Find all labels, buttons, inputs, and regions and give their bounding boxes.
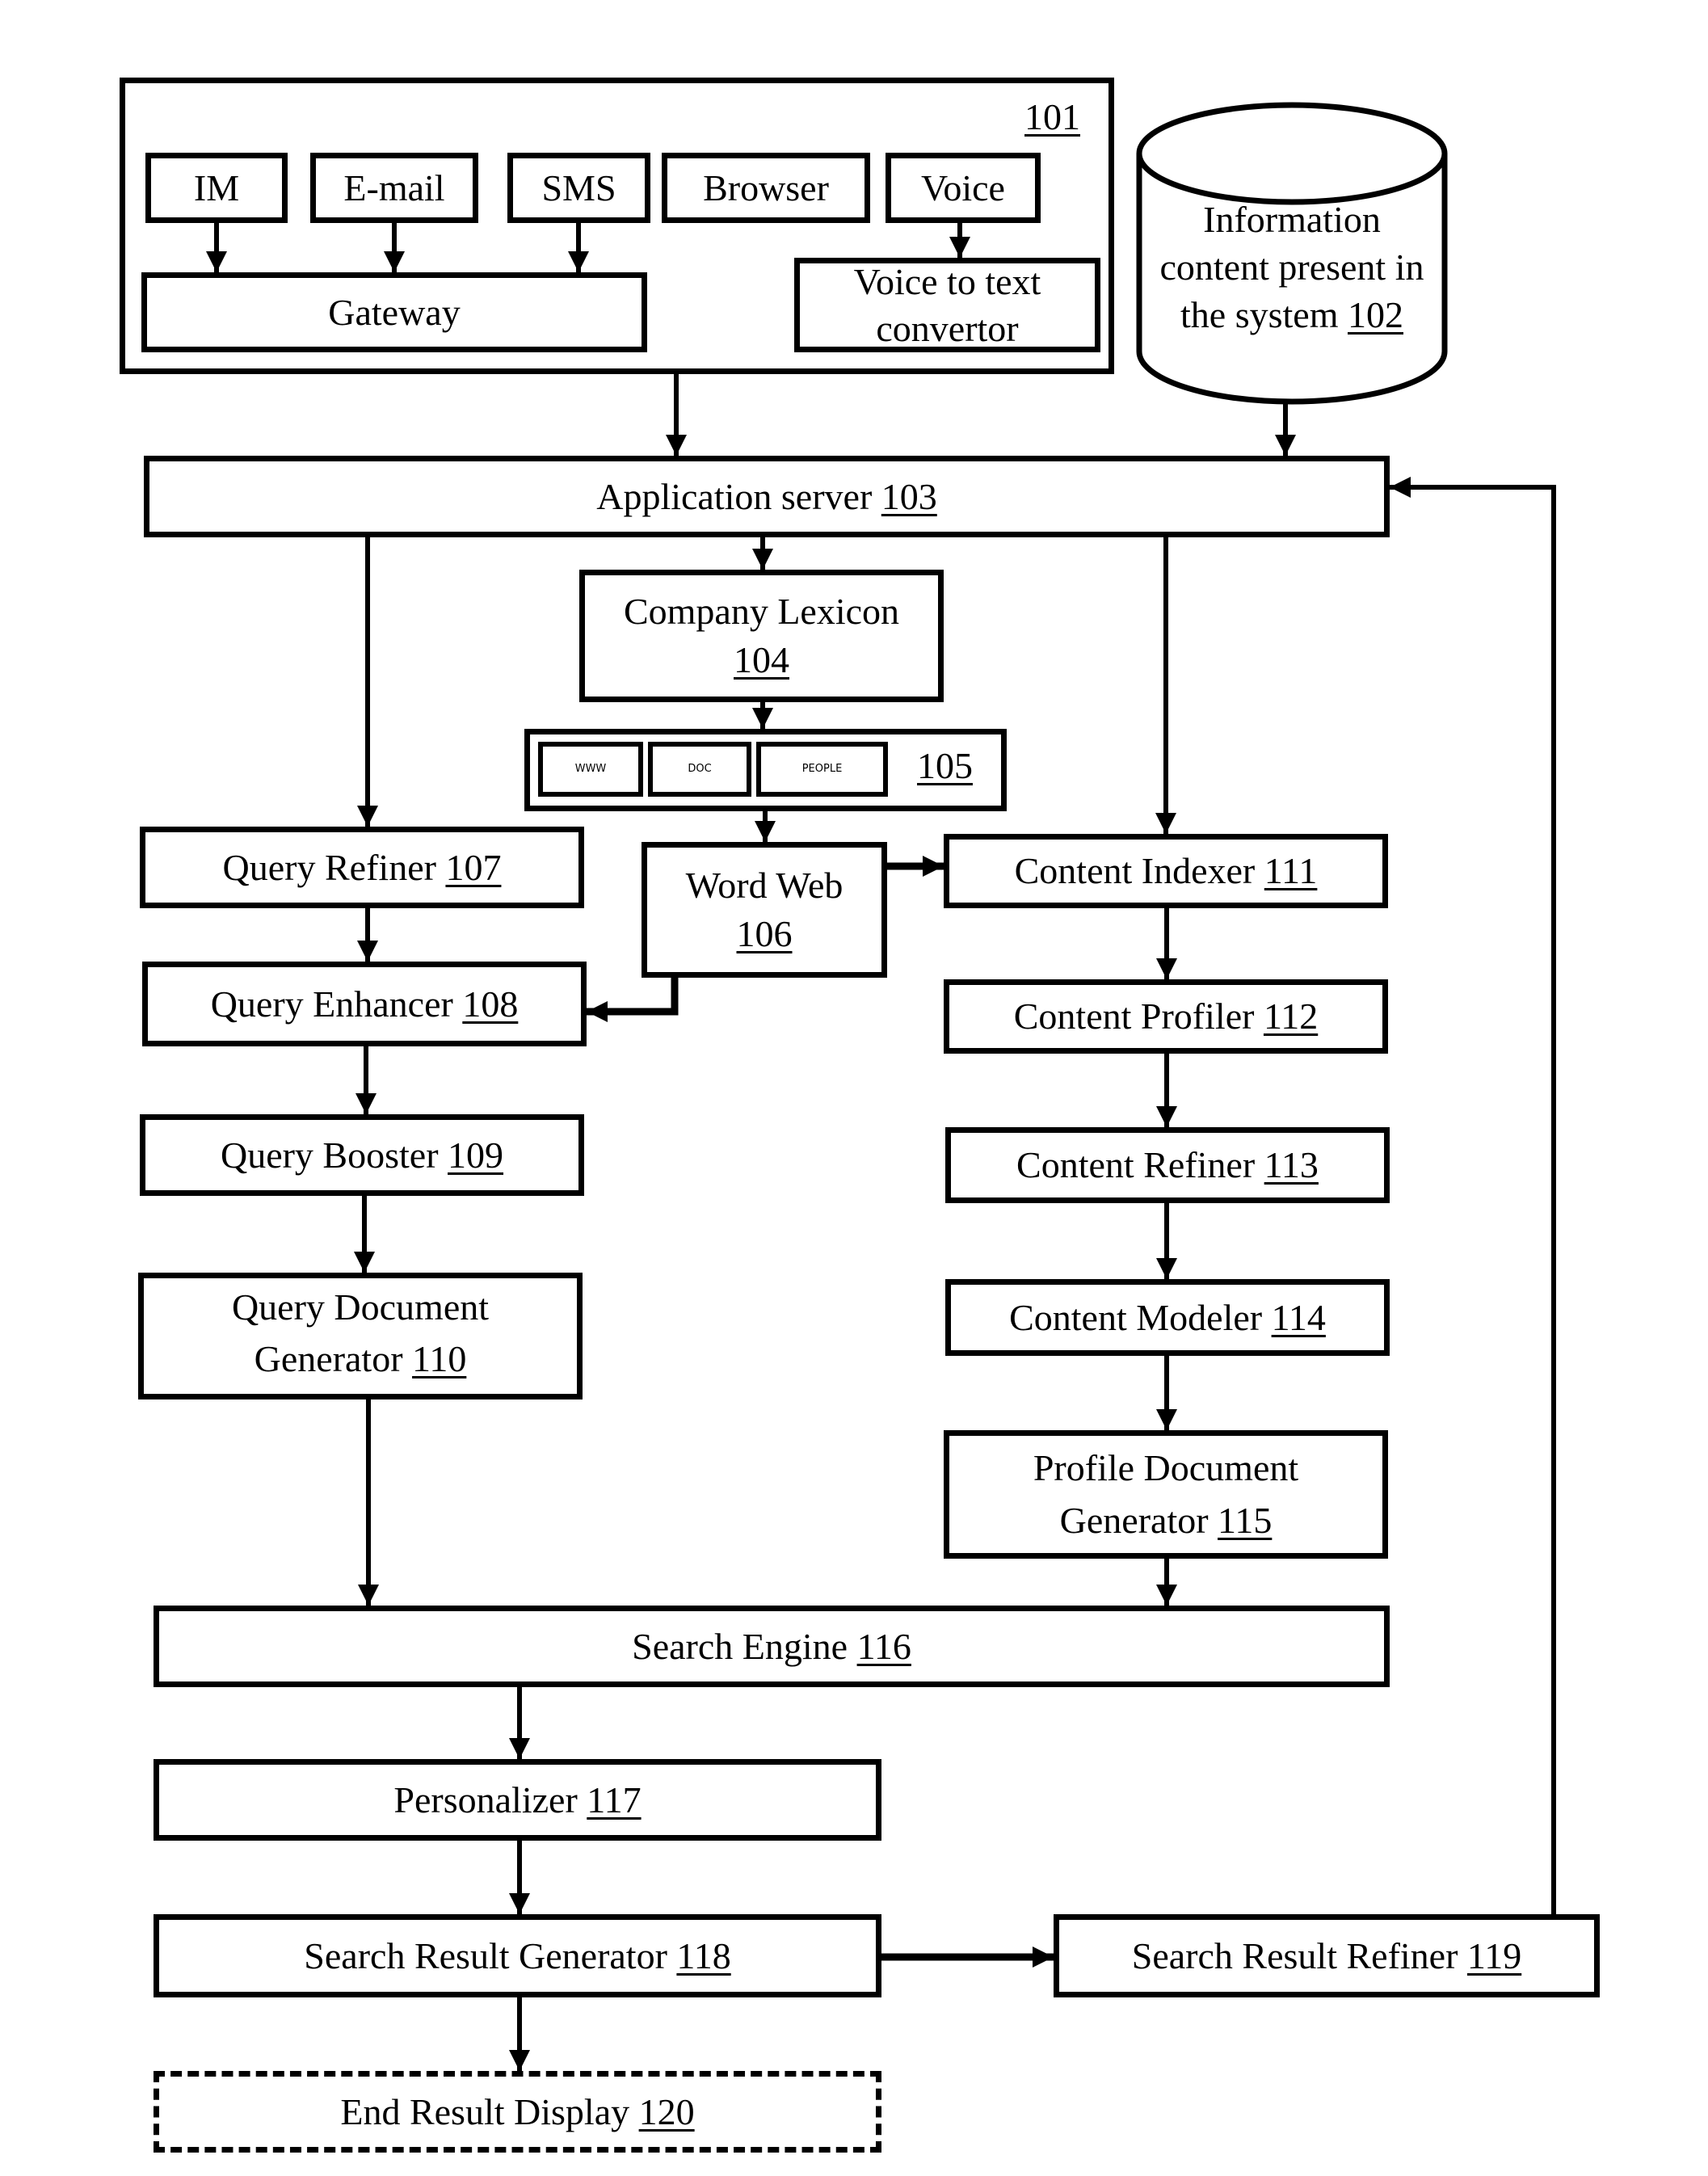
- channel-browser[interactable]: Browser: [662, 153, 870, 223]
- content-refiner-text: Content Refiner: [1016, 1144, 1264, 1186]
- query-doc-gen-ref: 110: [412, 1338, 467, 1380]
- content-refiner-ref: 113: [1264, 1144, 1319, 1186]
- source-people-label: PEOPLE: [801, 762, 843, 775]
- query-enhancer-text: Query Enhancer: [210, 983, 463, 1025]
- source-www[interactable]: WWW: [538, 742, 643, 797]
- source-doc-label: DOC: [688, 762, 712, 775]
- query-refiner-text: Query Refiner: [222, 846, 446, 888]
- content-modeler-114[interactable]: Content Modeler 114: [945, 1279, 1390, 1356]
- query-document-generator-110[interactable]: Query Document Generator 110: [138, 1273, 583, 1399]
- database-102-label: Information content present in the syste…: [1139, 196, 1445, 339]
- source-www-label: WWW: [574, 762, 607, 775]
- arrow-srrefiner-appserver: [1390, 477, 1556, 1914]
- content-indexer-111[interactable]: Content Indexer 111: [944, 834, 1388, 908]
- gateway[interactable]: Gateway: [141, 272, 647, 352]
- lexicon-sources-ref: 105: [917, 745, 973, 786]
- word-web-106[interactable]: Word Web 106: [642, 842, 887, 978]
- search-result-gen-text: Search Result Generator: [304, 1934, 677, 1976]
- source-doc[interactable]: DOC: [648, 742, 751, 797]
- channel-im[interactable]: IM: [145, 153, 288, 223]
- content-refiner-113[interactable]: Content Refiner 113: [945, 1127, 1390, 1203]
- end-result-display-text: End Result Display: [340, 2090, 639, 2132]
- search-result-generator-118[interactable]: Search Result Generator 118: [154, 1914, 881, 1997]
- channel-voice[interactable]: Voice: [886, 153, 1041, 223]
- channel-sms[interactable]: SMS: [507, 153, 650, 223]
- search-engine-ref: 116: [856, 1625, 911, 1667]
- voice-to-text-label: Voice to text convertor: [853, 261, 1041, 349]
- profile-document-generator-115[interactable]: Profile Document Generator 115: [944, 1430, 1388, 1559]
- company-lexicon-104[interactable]: Company Lexicon 104: [579, 570, 944, 702]
- app-server-ref: 103: [881, 475, 937, 517]
- query-booster-109[interactable]: Query Booster 109: [140, 1114, 584, 1196]
- channel-browser-label: Browser: [703, 166, 829, 208]
- content-profiler-text: Content Profiler: [1013, 995, 1264, 1037]
- channel-email-label: E-mail: [343, 166, 445, 208]
- database-102-ref: 102: [1347, 293, 1403, 335]
- profile-doc-gen-ref: 115: [1218, 1499, 1273, 1541]
- search-engine-text: Search Engine: [632, 1625, 857, 1667]
- voice-to-text-convertor[interactable]: Voice to text convertor: [794, 258, 1100, 352]
- content-modeler-ref: 114: [1271, 1296, 1326, 1338]
- content-indexer-text: Content Indexer: [1014, 850, 1264, 892]
- query-booster-ref: 109: [448, 1134, 504, 1176]
- end-result-display-120[interactable]: End Result Display 120: [154, 2071, 881, 2153]
- channel-email[interactable]: E-mail: [310, 153, 478, 223]
- search-result-refiner-ref: 119: [1466, 1934, 1522, 1976]
- search-result-refiner-text: Search Result Refiner: [1131, 1934, 1467, 1976]
- application-server-103[interactable]: Application server 103: [144, 456, 1390, 537]
- query-refiner-ref: 107: [445, 846, 502, 888]
- personalizer-117[interactable]: Personalizer 117: [154, 1759, 881, 1841]
- query-enhancer-108[interactable]: Query Enhancer 108: [142, 962, 587, 1046]
- word-web-text: Word Web: [685, 865, 843, 907]
- gateway-label: Gateway: [328, 291, 461, 333]
- channel-sms-label: SMS: [541, 166, 616, 208]
- content-profiler-ref: 112: [1263, 995, 1319, 1037]
- cylinder-top: [1136, 102, 1448, 205]
- arrow-wordweb-qenhancer: [587, 978, 679, 1022]
- end-result-display-ref: 120: [638, 2090, 695, 2132]
- query-refiner-107[interactable]: Query Refiner 107: [140, 827, 584, 908]
- content-profiler-112[interactable]: Content Profiler 112: [944, 979, 1388, 1054]
- content-modeler-text: Content Modeler: [1009, 1296, 1272, 1338]
- channel-im-label: IM: [193, 166, 240, 208]
- word-web-ref: 106: [736, 913, 793, 954]
- content-indexer-ref: 111: [1264, 850, 1318, 892]
- source-people[interactable]: PEOPLE: [756, 742, 888, 797]
- group-101-ref: 101: [1024, 96, 1080, 137]
- personalizer-text: Personalizer: [393, 1778, 587, 1820]
- personalizer-ref: 117: [587, 1778, 642, 1820]
- search-result-gen-ref: 118: [676, 1934, 731, 1976]
- search-engine-116[interactable]: Search Engine 116: [154, 1606, 1390, 1687]
- search-result-refiner-119[interactable]: Search Result Refiner 119: [1054, 1914, 1600, 1997]
- query-enhancer-ref: 108: [462, 983, 519, 1025]
- company-lexicon-ref: 104: [734, 639, 789, 680]
- app-server-text: Application server: [596, 475, 881, 517]
- channel-voice-label: Voice: [921, 166, 1005, 208]
- query-booster-text: Query Booster: [220, 1134, 448, 1176]
- company-lexicon-text: Company Lexicon: [623, 591, 900, 633]
